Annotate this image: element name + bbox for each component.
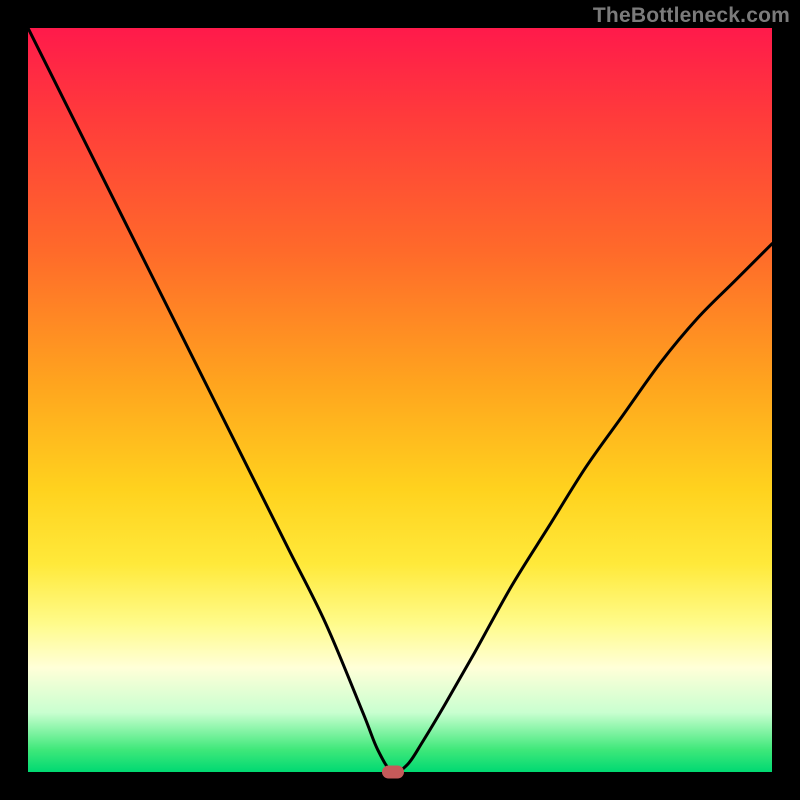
bottleneck-curve — [28, 28, 772, 772]
chart-frame: TheBottleneck.com — [0, 0, 800, 800]
plot-area — [28, 28, 772, 772]
optimal-marker — [382, 766, 404, 779]
watermark-text: TheBottleneck.com — [593, 4, 790, 28]
